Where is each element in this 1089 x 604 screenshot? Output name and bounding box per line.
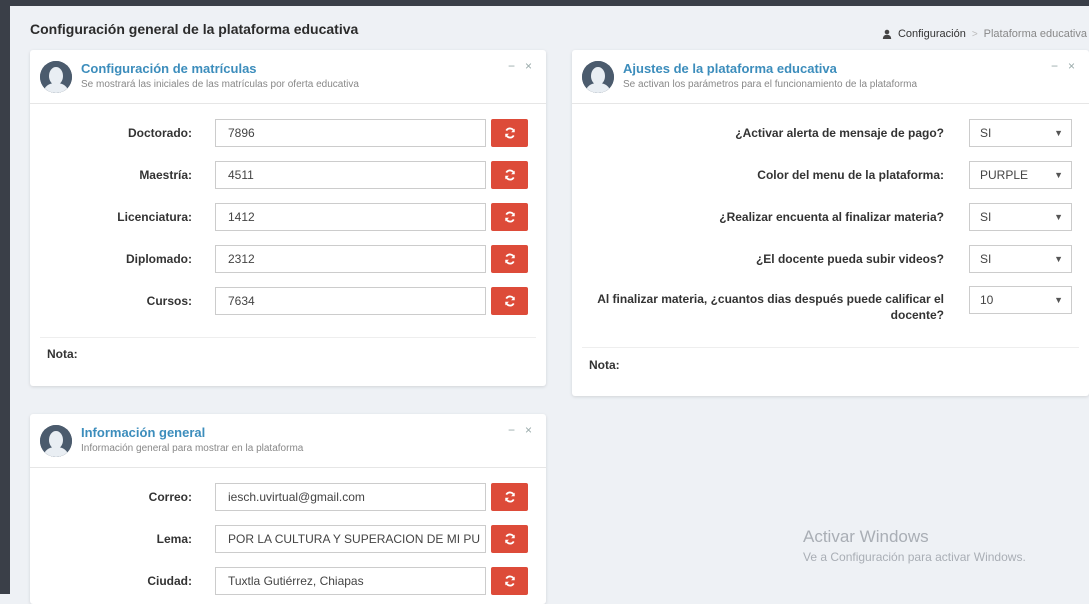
window-frame-left: [0, 0, 10, 594]
videos-label: ¿El docente pueda subir videos?: [755, 252, 944, 266]
ciudad-input[interactable]: Tuxtla Gutiérrez, Chiapas: [215, 567, 486, 595]
minimize-icon[interactable]: −: [508, 423, 515, 437]
ajustes-subtitle: Se activan los parámetros para el funcio…: [623, 79, 918, 90]
ajustes-panel: Ajustes de la plataforma educativa Se ac…: [572, 50, 1089, 396]
matriculas-subtitle: Se mostrará las iniciales de las matrícu…: [81, 79, 359, 90]
doctorado-label: Doctorado:: [128, 126, 192, 140]
licenciatura-label: Licenciatura:: [117, 210, 192, 224]
correo-label: Correo:: [148, 490, 192, 504]
refresh-icon: [504, 575, 515, 587]
alerta-pago-label: ¿Activar alerta de mensaje de pago?: [735, 126, 944, 140]
caret-down-icon: ▼: [1054, 170, 1063, 180]
user-icon: [882, 29, 892, 39]
encuesta-value: SI: [980, 210, 992, 224]
refresh-icon: [504, 127, 515, 139]
color-menu-value: PURPLE: [980, 168, 1029, 182]
breadcrumb-separator: >: [971, 28, 978, 40]
refresh-icon: [504, 253, 515, 265]
cursos-input[interactable]: 7634: [215, 287, 486, 315]
licenciatura-input[interactable]: 1412: [215, 203, 486, 231]
info-subtitle: Información general para mostrar en la p…: [81, 443, 304, 454]
refresh-icon: [504, 211, 515, 223]
avatar-icon: [40, 425, 72, 457]
ajustes-title: Ajustes de la plataforma educativa: [623, 61, 837, 76]
encuesta-select[interactable]: SI ▼: [969, 203, 1072, 231]
cursos-refresh-button[interactable]: [491, 287, 528, 315]
close-icon[interactable]: ×: [525, 59, 532, 73]
maestria-refresh-button[interactable]: [491, 161, 528, 189]
ajustes-note: Nota:: [589, 358, 620, 372]
caret-down-icon: ▼: [1054, 254, 1063, 264]
caret-down-icon: ▼: [1054, 212, 1063, 222]
licenciatura-refresh-button[interactable]: [491, 203, 528, 231]
breadcrumb-plataforma: Plataforma educativa: [983, 28, 1087, 40]
info-panel-header: Información general Información general …: [30, 414, 546, 468]
lema-input[interactable]: POR LA CULTURA Y SUPERACION DE MI PU: [215, 525, 486, 553]
breadcrumb-configuracion[interactable]: Configuración: [898, 28, 966, 40]
close-icon[interactable]: ×: [525, 423, 532, 437]
cursos-label: Cursos:: [146, 294, 192, 308]
windows-activation-watermark: Activar Windows Ve a Configuración para …: [803, 527, 1026, 564]
watermark-subtitle: Ve a Configuración para activar Windows.: [803, 550, 1026, 564]
doctorado-input[interactable]: 7896: [215, 119, 486, 147]
close-icon[interactable]: ×: [1068, 59, 1075, 73]
color-menu-label: Color del menu de la plataforma:: [757, 168, 944, 182]
correo-input[interactable]: iesch.uvirtual@gmail.com: [215, 483, 486, 511]
matriculas-title: Configuración de matrículas: [81, 61, 257, 76]
matriculas-note: Nota:: [47, 347, 78, 361]
videos-value: SI: [980, 252, 992, 266]
avatar-icon: [40, 61, 72, 93]
matriculas-panel-header: Configuración de matrículas Se mostrará …: [30, 50, 546, 104]
refresh-icon: [504, 169, 515, 181]
window-frame-top: [0, 0, 1089, 6]
refresh-icon: [504, 295, 515, 307]
caret-down-icon: ▼: [1054, 128, 1063, 138]
matriculas-panel: Configuración de matrículas Se mostrará …: [30, 50, 546, 386]
diplomado-refresh-button[interactable]: [491, 245, 528, 273]
color-menu-select[interactable]: PURPLE ▼: [969, 161, 1072, 189]
ciudad-refresh-button[interactable]: [491, 567, 528, 595]
divider: [582, 347, 1079, 348]
refresh-icon: [504, 533, 515, 545]
alerta-pago-value: SI: [980, 126, 992, 140]
watermark-title: Activar Windows: [803, 527, 929, 546]
caret-down-icon: ▼: [1054, 295, 1063, 305]
ajustes-panel-header: Ajustes de la plataforma educativa Se ac…: [572, 50, 1089, 104]
dias-calificar-label: Al finalizar materia, ¿cuantos dias desp…: [597, 292, 944, 322]
encuesta-label: ¿Realizar encuenta al finalizar materia?: [719, 210, 944, 224]
minimize-icon[interactable]: −: [508, 59, 515, 73]
correo-refresh-button[interactable]: [491, 483, 528, 511]
divider: [40, 337, 536, 338]
doctorado-refresh-button[interactable]: [491, 119, 528, 147]
dias-calificar-select[interactable]: 10 ▼: [969, 286, 1072, 314]
alerta-pago-select[interactable]: SI ▼: [969, 119, 1072, 147]
ciudad-label: Ciudad:: [147, 574, 192, 588]
maestria-label: Maestría:: [139, 168, 192, 182]
page-title: Configuración general de la plataforma e…: [30, 21, 359, 37]
dias-calificar-value: 10: [980, 293, 994, 307]
avatar-icon: [582, 61, 614, 93]
info-title: Información general: [81, 425, 206, 440]
refresh-icon: [504, 491, 515, 503]
minimize-icon[interactable]: −: [1051, 59, 1058, 73]
info-panel: Información general Información general …: [30, 414, 546, 604]
breadcrumb: Configuración > Plataforma educativa: [882, 28, 1087, 40]
diplomado-label: Diplomado:: [126, 252, 192, 266]
maestria-input[interactable]: 4511: [215, 161, 486, 189]
diplomado-input[interactable]: 2312: [215, 245, 486, 273]
lema-label: Lema:: [156, 532, 192, 546]
videos-select[interactable]: SI ▼: [969, 245, 1072, 273]
lema-refresh-button[interactable]: [491, 525, 528, 553]
